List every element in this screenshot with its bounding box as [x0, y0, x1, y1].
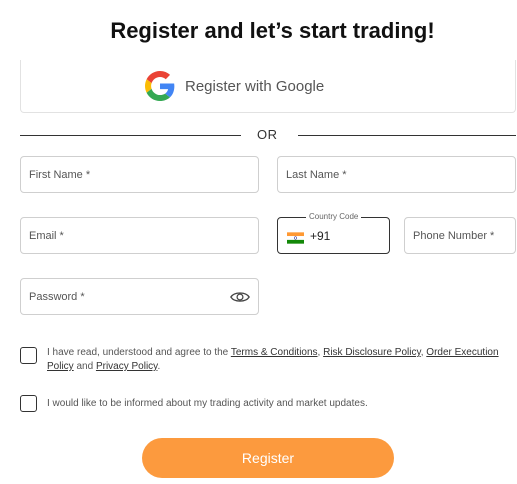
register-button[interactable]: Register: [142, 438, 394, 478]
first-name-placeholder: First Name *: [29, 168, 91, 181]
last-name-field[interactable]: Last Name *: [277, 156, 516, 193]
email-placeholder: Email *: [29, 229, 64, 242]
risk-disclosure-link[interactable]: Risk Disclosure Policy: [323, 347, 421, 358]
india-flag-icon: [287, 232, 304, 244]
terms-consent-text: I have read, understood and agree to the…: [47, 346, 507, 374]
terms-checkbox[interactable]: [20, 347, 37, 364]
divider-line-left: [20, 135, 241, 136]
updates-checkbox[interactable]: [20, 395, 37, 412]
or-divider: OR: [20, 127, 516, 145]
terms-prefix-text: I have read, understood and agree to the: [47, 347, 231, 358]
email-field[interactable]: Email *: [20, 217, 259, 254]
or-label: OR: [257, 127, 278, 142]
google-button-label: Register with Google: [185, 77, 325, 95]
phone-number-field[interactable]: Phone Number *: [404, 217, 516, 254]
eye-icon[interactable]: [230, 289, 250, 305]
country-dial-code: +91: [310, 229, 331, 243]
privacy-policy-link[interactable]: Privacy Policy: [96, 361, 158, 372]
country-code-select[interactable]: Country Code +91: [277, 212, 390, 254]
divider-line-right: [298, 135, 516, 136]
google-button-content: Register with Google: [145, 71, 324, 101]
terms-and-text: and: [73, 361, 96, 372]
country-code-label: Country Code: [306, 212, 362, 221]
page-title: Register and let’s start trading!: [110, 18, 435, 43]
terms-end-text: .: [157, 361, 161, 372]
first-name-field[interactable]: First Name *: [20, 156, 259, 193]
password-placeholder: Password *: [29, 290, 85, 303]
google-icon: [145, 71, 175, 101]
updates-consent-text: I would like to be informed about my tra…: [47, 398, 368, 409]
phone-number-placeholder: Phone Number *: [413, 229, 495, 242]
password-field[interactable]: Password *: [20, 278, 259, 315]
register-with-google-button[interactable]: Register with Google: [20, 60, 516, 113]
last-name-placeholder: Last Name *: [286, 168, 347, 181]
terms-conditions-link[interactable]: Terms & Conditions: [231, 347, 318, 358]
